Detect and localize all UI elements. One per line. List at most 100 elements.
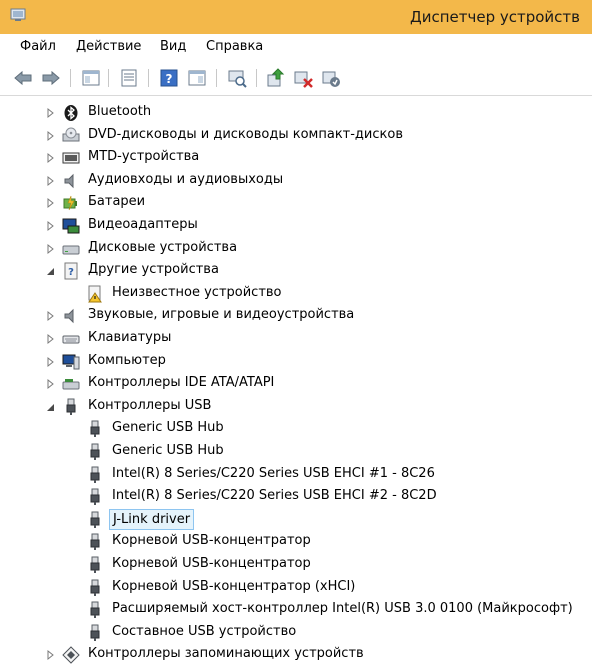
tree-node-label[interactable]: Расширяемый хост-контроллер Intel(R) USB… <box>112 601 573 616</box>
tree-device[interactable]: Расширяемый хост-контроллер Intel(R) USB… <box>0 599 592 621</box>
expand-arrow-icon[interactable] <box>46 219 56 233</box>
expand-arrow-icon[interactable] <box>46 106 56 120</box>
tree-device[interactable]: Неизвестное устройство <box>0 283 592 305</box>
computer-icon <box>62 353 80 371</box>
tree-category[interactable]: Компьютер <box>0 351 592 373</box>
properties-icon[interactable] <box>118 67 140 89</box>
tree-node-label[interactable]: Intel(R) 8 Series/C220 Series USB EHCI #… <box>112 488 437 503</box>
tree-node-label[interactable]: Дисковые устройства <box>88 240 237 255</box>
usb-plug-icon <box>86 579 104 597</box>
tree-category[interactable]: Контроллеры запоминающих устройств <box>0 644 592 664</box>
menu-view[interactable]: Вид <box>160 39 186 54</box>
tree-node-label[interactable]: Звуковые, игровые и видеоустройства <box>88 307 354 322</box>
help-icon[interactable]: ? <box>158 67 180 89</box>
ide-controller-icon <box>62 375 80 393</box>
tree-node-label[interactable]: Корневой USB-концентратор <box>112 533 311 548</box>
expand-arrow-icon[interactable] <box>46 355 56 369</box>
tree-category[interactable]: Контроллеры USB <box>0 396 592 418</box>
usb-plug-icon <box>86 466 104 484</box>
tree-device[interactable]: Составное USB устройство <box>0 622 592 644</box>
show-hide-tree-icon[interactable] <box>80 67 102 89</box>
forward-icon[interactable] <box>40 67 62 89</box>
tree-node-label[interactable]: Контроллеры IDE ATA/ATAPI <box>88 375 274 390</box>
device-manager-icon[interactable] <box>10 7 28 23</box>
tree-node-label[interactable]: MTD-устройства <box>88 149 199 164</box>
tree-node-label[interactable]: Клавиатуры <box>88 330 171 345</box>
expand-arrow-icon[interactable] <box>46 332 56 346</box>
tree-category[interactable]: Батареи <box>0 192 592 214</box>
tree-device[interactable]: Корневой USB-концентратор (xHCI) <box>0 577 592 599</box>
expand-arrow-icon[interactable] <box>46 242 56 256</box>
collapse-arrow-icon[interactable] <box>46 264 56 278</box>
tree-node-label[interactable]: Generic USB Hub <box>112 443 224 458</box>
toolbar-separator <box>108 69 109 87</box>
scan-hardware-icon[interactable] <box>226 67 248 89</box>
tree-node-label[interactable]: Компьютер <box>88 353 166 368</box>
tree-category[interactable]: Аудиовходы и аудиовыходы <box>0 170 592 192</box>
tree-device[interactable]: Generic USB Hub <box>0 441 592 463</box>
display-adapter-icon <box>62 217 80 235</box>
expand-arrow-icon[interactable] <box>46 129 56 143</box>
title-bar[interactable]: Диспетчер устройств <box>0 0 592 34</box>
tree-device[interactable]: Intel(R) 8 Series/C220 Series USB EHCI #… <box>0 464 592 486</box>
tree-category[interactable]: Дисковые устройства <box>0 238 592 260</box>
tree-device[interactable]: Корневой USB-концентратор <box>0 554 592 576</box>
tree-node-label[interactable]: Аудиовходы и аудиовыходы <box>88 172 283 187</box>
usb-plug-icon <box>86 556 104 574</box>
menu-action[interactable]: Действие <box>76 39 141 54</box>
expand-arrow-icon[interactable] <box>46 309 56 323</box>
device-tree[interactable]: Bluetooth DVD-дисководы и дисководы компа… <box>0 96 592 664</box>
speaker-icon <box>62 172 80 190</box>
tree-node-label[interactable]: Неизвестное устройство <box>112 285 282 300</box>
toolbar: ? <box>0 60 592 96</box>
tree-node-label[interactable]: Корневой USB-концентратор (xHCI) <box>112 579 355 594</box>
tree-device[interactable]: Intel(R) 8 Series/C220 Series USB EHCI #… <box>0 486 592 508</box>
tree-category[interactable]: MTD-устройства <box>0 147 592 169</box>
menu-bar: Файл Действие Вид Справка <box>0 34 592 60</box>
expand-arrow-icon[interactable] <box>46 377 56 391</box>
tree-device[interactable]: Корневой USB-концентратор <box>0 531 592 553</box>
expand-arrow-icon[interactable] <box>46 196 56 210</box>
tree-category[interactable]: Контроллеры IDE ATA/ATAPI <box>0 373 592 395</box>
tree-node-label[interactable]: DVD-дисководы и дисководы компакт-дисков <box>88 127 403 142</box>
tree-category[interactable]: ? Другие устройства <box>0 260 592 282</box>
tree-category[interactable]: Видеоадаптеры <box>0 215 592 237</box>
update-driver-icon[interactable] <box>264 67 286 89</box>
svg-text:?: ? <box>68 267 74 278</box>
expand-arrow-icon[interactable] <box>46 648 56 662</box>
collapse-arrow-icon[interactable] <box>46 400 56 414</box>
tree-category[interactable]: Клавиатуры <box>0 328 592 350</box>
usb-plug-icon <box>62 398 80 416</box>
usb-plug-icon <box>86 511 104 529</box>
uninstall-device-icon[interactable] <box>320 67 342 89</box>
expand-arrow-icon[interactable] <box>46 151 56 165</box>
tree-node-label[interactable]: Батареи <box>88 194 145 209</box>
usb-plug-icon <box>86 488 104 506</box>
back-icon[interactable] <box>12 67 34 89</box>
tree-node-label[interactable]: Bluetooth <box>88 104 151 119</box>
expand-arrow-icon[interactable] <box>46 174 56 188</box>
tree-node-label[interactable]: Generic USB Hub <box>112 420 224 435</box>
tree-category[interactable]: Звуковые, игровые и видеоустройства <box>0 305 592 327</box>
disable-device-icon[interactable] <box>292 67 314 89</box>
tree-node-label[interactable]: Другие устройства <box>88 262 219 277</box>
window-title: Диспетчер устройств <box>409 8 580 26</box>
tree-device[interactable]: Generic USB Hub <box>0 418 592 440</box>
tree-node-label[interactable]: Intel(R) 8 Series/C220 Series USB EHCI #… <box>112 466 435 481</box>
menu-help[interactable]: Справка <box>206 39 263 54</box>
tree-node-label[interactable]: Составное USB устройство <box>112 624 296 639</box>
tree-device[interactable]: J-Link driver <box>0 508 592 531</box>
tree-category[interactable]: Bluetooth <box>0 102 592 124</box>
tree-node-label[interactable]: Контроллеры USB <box>88 398 211 413</box>
disk-drive-icon <box>62 240 80 258</box>
toolbar-separator <box>216 69 217 87</box>
storage-controller-icon <box>62 646 80 664</box>
tree-node-label[interactable]: Видеоадаптеры <box>88 217 198 232</box>
menu-file[interactable]: Файл <box>20 39 56 54</box>
tree-node-label[interactable]: Контроллеры запоминающих устройств <box>88 646 364 661</box>
tree-node-label[interactable]: Корневой USB-концентратор <box>112 556 311 571</box>
toolbar-separator <box>256 69 257 87</box>
tree-category[interactable]: DVD-дисководы и дисководы компакт-дисков <box>0 125 592 147</box>
tree-node-label[interactable]: J-Link driver <box>109 508 195 530</box>
show-hide-action-pane-icon[interactable] <box>186 67 208 89</box>
